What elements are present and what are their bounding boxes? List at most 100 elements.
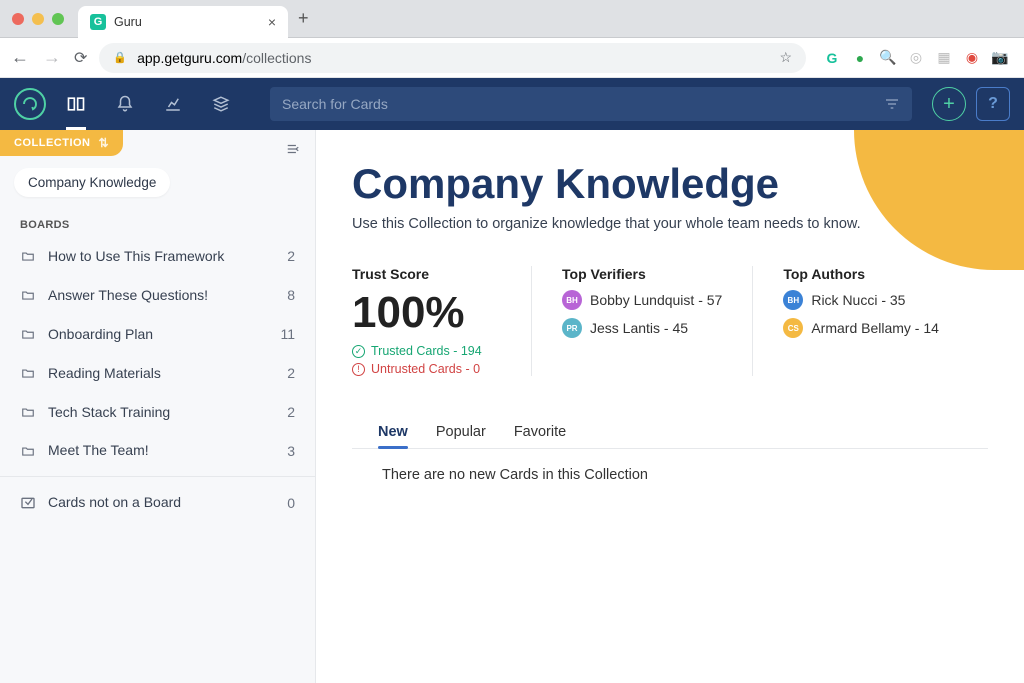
trusted-cards-line[interactable]: ✓ Trusted Cards - 194 [352, 344, 501, 358]
maximize-window-icon[interactable] [52, 13, 64, 25]
sort-icon: ⇅ [99, 136, 110, 150]
folder-icon [20, 249, 36, 263]
top-authors-block: Top Authors BHRick Nucci - 35 CS Armard Be… [783, 266, 969, 376]
tab-title: Guru [114, 15, 260, 29]
main-content: Company Knowledge Use this Collection to… [316, 130, 1024, 683]
board-name: Meet The Team! [48, 441, 287, 460]
top-authors-label: Top Authors [783, 266, 939, 282]
content-tabs: New Popular Favorite [352, 416, 988, 449]
board-name: Reading Materials [48, 364, 287, 383]
nav-notifications[interactable] [116, 78, 134, 130]
browser-tab[interactable]: G Guru × [78, 6, 288, 38]
nav-stacks[interactable] [212, 78, 230, 130]
sidebar-board-item[interactable]: Onboarding Plan11 [0, 315, 315, 354]
favicon-icon: G [90, 14, 106, 30]
sidebar-board-item[interactable]: Meet The Team!3 [0, 431, 315, 470]
extension-icon[interactable]: ● [852, 50, 868, 66]
back-button[interactable]: ← [10, 47, 30, 68]
tab-favorite[interactable]: Favorite [514, 416, 566, 448]
extension-icon[interactable]: ◎ [908, 50, 924, 66]
app-header: Search for Cards + ? [0, 78, 1024, 130]
search-input[interactable]: Search for Cards [270, 87, 912, 121]
board-name: Cards not on a Board [48, 493, 287, 512]
board-count: 2 [287, 404, 295, 420]
unassigned-icon [20, 495, 36, 511]
extension-icon[interactable]: 📷 [992, 50, 1008, 66]
avatar: BH [783, 290, 803, 310]
chart-icon [164, 95, 182, 113]
empty-state-message: There are no new Cards in this Collectio… [352, 449, 988, 501]
person-row[interactable]: PR Jess Lantis - 45 [562, 318, 722, 338]
star-icon[interactable]: ☆ [779, 49, 792, 66]
extension-icon[interactable]: ◉ [964, 50, 980, 66]
browser-tab-strip: G Guru × + [0, 0, 1024, 38]
guru-logo[interactable] [14, 88, 46, 120]
sidebar-unassigned-cards[interactable]: Cards not on a Board 0 [0, 483, 315, 522]
person-row[interactable]: CS Armard Bellamy - 14 [783, 318, 939, 338]
board-count: 2 [287, 248, 295, 264]
url-host: app.getguru.com [137, 50, 242, 66]
board-count: 0 [287, 495, 295, 511]
browser-address-bar: ← → ⟳ 🔒 app.getguru.com/collections ☆ G … [0, 38, 1024, 78]
untrusted-cards-line[interactable]: ! Untrusted Cards - 0 [352, 362, 501, 376]
collapse-sidebar-icon[interactable] [285, 142, 301, 156]
tab-popular[interactable]: Popular [436, 416, 486, 448]
new-tab-button[interactable]: + [298, 8, 309, 29]
tab-new[interactable]: New [378, 416, 408, 448]
sidebar-board-item[interactable]: Reading Materials2 [0, 354, 315, 393]
board-name: How to Use This Framework [48, 247, 287, 266]
page-title: Company Knowledge [352, 160, 988, 208]
lock-icon: 🔒 [113, 51, 127, 64]
board-count: 2 [287, 365, 295, 381]
person-row[interactable]: BH Bobby Lundquist - 57 [562, 290, 722, 310]
layers-icon [212, 95, 230, 113]
avatar: PR [562, 318, 582, 338]
extension-icon[interactable]: 🔍 [880, 50, 896, 66]
avatar: BH [562, 290, 582, 310]
board-count: 3 [287, 443, 295, 459]
top-verifiers-label: Top Verifiers [562, 266, 722, 282]
person-text: Jess Lantis - 45 [590, 320, 688, 336]
extension-icons: G ● 🔍 ◎ ▦ ◉ 📷 [818, 50, 1014, 66]
sidebar-board-item[interactable]: Tech Stack Training2 [0, 393, 315, 432]
reload-button[interactable]: ⟳ [74, 48, 87, 68]
window-controls [12, 13, 64, 25]
board-count: 11 [280, 326, 295, 342]
folder-icon [20, 288, 36, 302]
folder-icon [20, 366, 36, 380]
add-button[interactable]: + [932, 87, 966, 121]
avatar: CS [783, 318, 803, 338]
collection-selector[interactable]: COLLECTION ⇅ [0, 130, 123, 156]
divider [0, 476, 315, 477]
person-text: Bobby Lundquist - 57 [590, 292, 722, 308]
collection-label: COLLECTION [14, 137, 91, 149]
book-icon [66, 94, 86, 114]
forward-button[interactable]: → [42, 47, 62, 68]
sidebar-board-item[interactable]: Answer These Questions!8 [0, 276, 315, 315]
person-row[interactable]: BHRick Nucci - 35 [783, 290, 939, 310]
trust-score-label: Trust Score [352, 266, 501, 282]
nav-library[interactable] [66, 78, 86, 130]
bell-icon [116, 95, 134, 113]
header-nav [66, 78, 230, 130]
alert-icon: ! [352, 363, 365, 376]
sidebar: COLLECTION ⇅ Company Knowledge BOARDS Ho… [0, 130, 316, 683]
filter-icon[interactable] [884, 96, 900, 112]
top-verifiers-block: Top Verifiers BH Bobby Lundquist - 57 PR Je… [562, 266, 753, 376]
person-text: Armard Bellamy - 14 [811, 320, 939, 336]
nav-analytics[interactable] [164, 78, 182, 130]
check-icon: ✓ [352, 345, 365, 358]
trust-score-block: Trust Score 100% ✓ Trusted Cards - 194 !… [352, 266, 532, 376]
extension-icon[interactable]: G [824, 50, 840, 66]
url-input[interactable]: 🔒 app.getguru.com/collections ☆ [99, 43, 806, 73]
minimize-window-icon[interactable] [32, 13, 44, 25]
boards-heading: BOARDS [0, 209, 315, 237]
extension-icon[interactable]: ▦ [936, 50, 952, 66]
close-tab-icon[interactable]: × [268, 14, 276, 30]
sidebar-board-item[interactable]: How to Use This Framework2 [0, 237, 315, 276]
collection-name-pill[interactable]: Company Knowledge [14, 168, 170, 197]
close-window-icon[interactable] [12, 13, 24, 25]
help-button[interactable]: ? [976, 87, 1010, 121]
trust-score-value: 100% [352, 290, 501, 336]
url-path: /collections [242, 50, 311, 66]
